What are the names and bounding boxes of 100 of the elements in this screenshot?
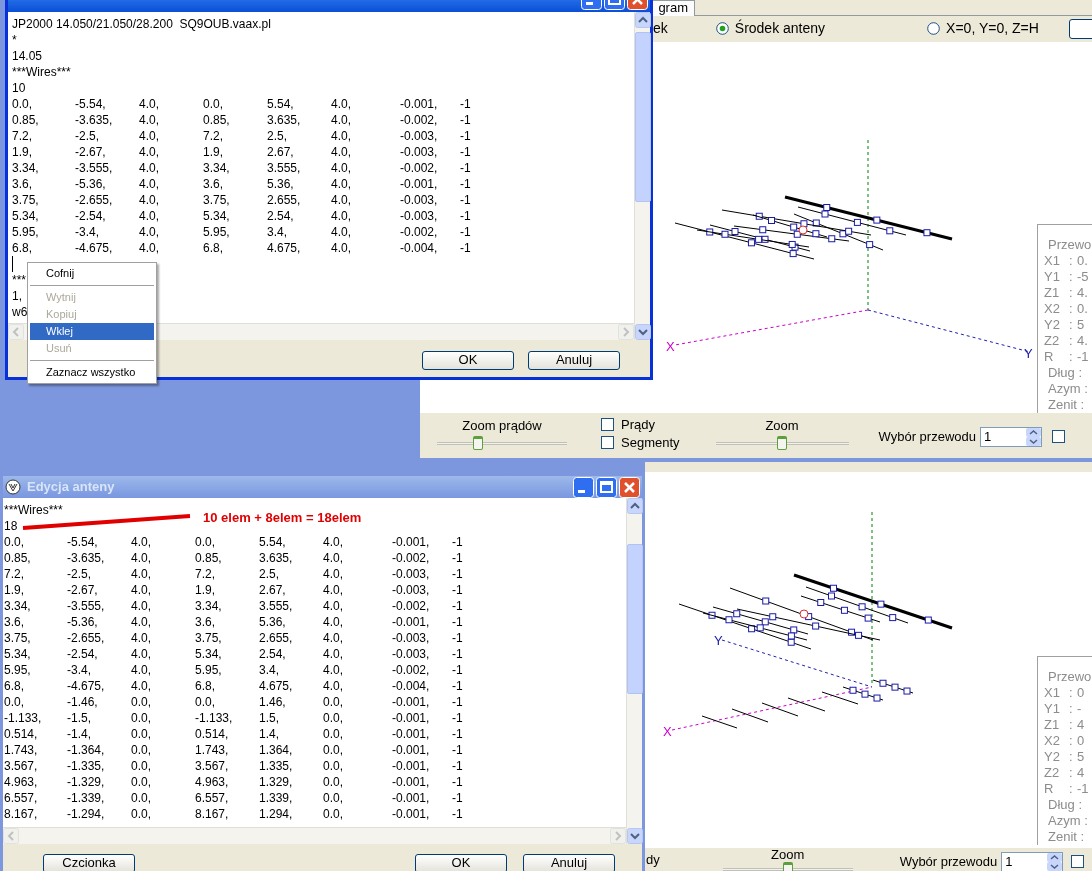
- text-line: ***Wires***: [4, 502, 63, 518]
- wire-line: 5.95, -3.4, 4.0, 5.95, 3.4, 4.0, -0.002, -1: [4, 662, 464, 678]
- axis-label: Y: [714, 633, 723, 648]
- ground-element-line: [821, 691, 859, 705]
- slider-thumb[interactable]: [782, 862, 793, 871]
- wire-line: 7.2, -2.5, 4.0, 7.2, 2.5, 4.0, -0.003, -1: [4, 566, 464, 582]
- window-title: Edycja anteny: [27, 478, 116, 497]
- ground-element-line: [731, 708, 769, 723]
- info-row-text: Z2 : 4.: [1044, 332, 1089, 349]
- radio-button[interactable]: [715, 22, 729, 36]
- checkbox[interactable]: [601, 418, 614, 431]
- spin-field[interactable]: 1: [980, 426, 1042, 447]
- text-line: 18: [4, 518, 18, 534]
- wire-line: 0.0, -1.46, 0.0, 0.0, 1.46, 0.0, -0.001, -1: [4, 694, 464, 710]
- text-line: JP2000 14.050/21.050/28.200 SQ9OUB.vaax.pl: [12, 16, 271, 32]
- radio-button[interactable]: [927, 22, 941, 36]
- info-row-text: Y1 : -: [1044, 701, 1083, 717]
- wire-line: 3.6, -5.36, 4.0, 3.6, 5.36, 4.0, -0.001, -1: [4, 614, 464, 630]
- radio-label: Środek anteny: [734, 18, 826, 39]
- cut-off-button[interactable]: [1068, 18, 1092, 39]
- text-cursor: [12, 256, 13, 272]
- slider-thumb[interactable]: [473, 435, 483, 450]
- text-line: 10: [12, 80, 26, 96]
- wire-line: 5.34, -2.54, 4.0, 5.34, 2.54, 4.0, -0.003, -1: [4, 646, 464, 662]
- dialog-button[interactable]: OK: [415, 853, 507, 871]
- text-line: 1,: [12, 288, 22, 304]
- panel-title: Przewo: [1047, 236, 1092, 253]
- wire-line: 7.2, -2.5, 4.0, 7.2, 2.5, 4.0, -0.003, -1: [12, 128, 472, 144]
- axis-label: X: [666, 338, 675, 354]
- info-row-text: Dług :: [1047, 797, 1083, 813]
- menu-item[interactable]: Cofnij: [30, 265, 154, 282]
- wire-select-label: Wybór przewodu: [899, 853, 998, 871]
- wire-line: 1.9, -2.67, 4.0, 1.9, 2.67, 4.0, -0.003, -1: [12, 144, 472, 160]
- spin-field[interactable]: 1: [1001, 852, 1064, 871]
- maximize-icon[interactable]: [596, 476, 617, 498]
- ground-element-line: [787, 697, 826, 712]
- info-row-text: Y2 : 5: [1044, 316, 1086, 333]
- info-row-text: Azym :: [1047, 380, 1089, 397]
- wire-line: -1.133, -1.5, 0.0, -1.133, 1.5, 0.0, -0.001, -1: [4, 710, 464, 726]
- menu-item[interactable]: Zaznacz wszystko: [30, 364, 154, 381]
- wire-line: 3.34, -3.555, 4.0, 3.34, 3.555, 4.0, -0.002, -1: [12, 160, 472, 176]
- dialog-button[interactable]: OK: [422, 350, 514, 370]
- info-row-text: Dług :: [1047, 364, 1083, 381]
- text-line: 14.05: [12, 48, 43, 64]
- wire-line: 8.167, -1.294, 0.0, 8.167, 1.294, 0.0, -0.001, -1: [4, 806, 464, 822]
- wire-line: 6.8, -4.675, 4.0, 6.8, 4.675, 4.0, -0.004, -1: [4, 678, 464, 694]
- slider[interactable]: [437, 435, 567, 450]
- wire-line: 3.75, -2.655, 4.0, 3.75, 2.655, 4.0, -0.003, -1: [12, 192, 472, 208]
- info-row-text: Z1 : 4.: [1044, 284, 1089, 301]
- wire-line: 3.6, -5.36, 4.0, 3.6, 5.36, 4.0, -0.001, -1: [12, 176, 472, 192]
- dialog-button[interactable]: Czcionka: [43, 853, 135, 871]
- wire-line: 0.85, -3.635, 4.0, 0.85, 3.635, 4.0, -0.002, -1: [4, 550, 464, 566]
- vertical-scrollbar[interactable]: [626, 498, 642, 844]
- wire-select-label: Wybór przewodu: [878, 427, 976, 446]
- wire-line: 3.567, -1.335, 0.0, 3.567, 1.335, 0.0, -0.001, -1: [4, 758, 464, 774]
- text-line: ***: [12, 272, 26, 288]
- wire-line: 1.743, -1.364, 0.0, 1.743, 1.364, 0.0, -0.001, -1: [4, 742, 464, 758]
- info-row-text: X2 : 0: [1044, 733, 1086, 749]
- wire-line: 3.34, -3.555, 4.0, 3.34, 3.555, 4.0, -0.002, -1: [4, 598, 464, 614]
- wire-line: 5.95, -3.4, 4.0, 5.95, 3.4, 4.0, -0.002, -1: [12, 224, 472, 240]
- checkbox[interactable]: [601, 436, 614, 449]
- info-row-text: R : -1: [1044, 348, 1090, 365]
- info-row-text: Z1 : 4: [1044, 717, 1086, 733]
- dialog-button[interactable]: Anuluj: [528, 350, 620, 370]
- radio-label: X=0, Y=0, Z=H: [946, 19, 1039, 39]
- checkbox-label: Prądy: [621, 417, 655, 432]
- minimize-icon[interactable]: [573, 476, 594, 498]
- wire-line: 0.0, -5.54, 4.0, 0.0, 5.54, 4.0, -0.001, -1: [12, 96, 472, 112]
- checkbox[interactable]: [1071, 855, 1085, 868]
- wire-line: 4.963, -1.329, 0.0, 4.963, 1.329, 0.0, -0.001, -1: [4, 774, 464, 790]
- app-icon: [5, 479, 21, 495]
- spinner-icon[interactable]: [1047, 853, 1063, 871]
- info-row-text: X2 : 0.: [1044, 300, 1089, 317]
- info-row-text: Zenit :: [1047, 829, 1086, 845]
- menu-item[interactable]: Wklej: [30, 323, 154, 340]
- info-row-text: Y1 : -5: [1044, 268, 1090, 285]
- wire-line: 5.34, -2.54, 4.0, 5.34, 2.54, 4.0, -0.003, -1: [12, 208, 472, 224]
- info-row-text: X1 : 0: [1044, 685, 1086, 701]
- wire-line: 6.557, -1.339, 0.0, 6.557, 1.339, 0.0, -0.001, -1: [4, 790, 464, 806]
- slider-label: Zoom: [765, 417, 799, 434]
- vertical-scrollbar[interactable]: [634, 12, 650, 340]
- wire-line: 0.0, -5.54, 4.0, 0.0, 5.54, 4.0, -0.001, -1: [4, 534, 464, 550]
- dialog-button[interactable]: Anuluj: [523, 853, 615, 871]
- radio-label: ek: [653, 19, 668, 39]
- axis-label: X: [663, 724, 672, 739]
- annotation-text: 10 elem + 8elem = 18elem: [203, 510, 362, 526]
- checkbox-label: Segmenty: [621, 435, 680, 450]
- ground-element-line: [701, 715, 738, 729]
- slider[interactable]: [715, 435, 849, 450]
- slider-label: Zoom prądów: [462, 417, 542, 434]
- checkbox[interactable]: [1052, 429, 1065, 443]
- wire-line: 0.514, -1.4, 0.0, 0.514, 1.4, 0.0, -0.001, -1: [4, 726, 464, 742]
- info-row-text: Y2 : 5: [1044, 749, 1086, 765]
- scrollbar-thumb[interactable]: [627, 544, 643, 694]
- spinner-icon[interactable]: [1026, 427, 1041, 446]
- text-line: *: [12, 32, 17, 48]
- slider-thumb[interactable]: [777, 435, 788, 450]
- close-icon[interactable]: [619, 476, 640, 498]
- scrollbar-thumb[interactable]: [635, 32, 651, 202]
- checkbox-label: dy: [646, 851, 660, 869]
